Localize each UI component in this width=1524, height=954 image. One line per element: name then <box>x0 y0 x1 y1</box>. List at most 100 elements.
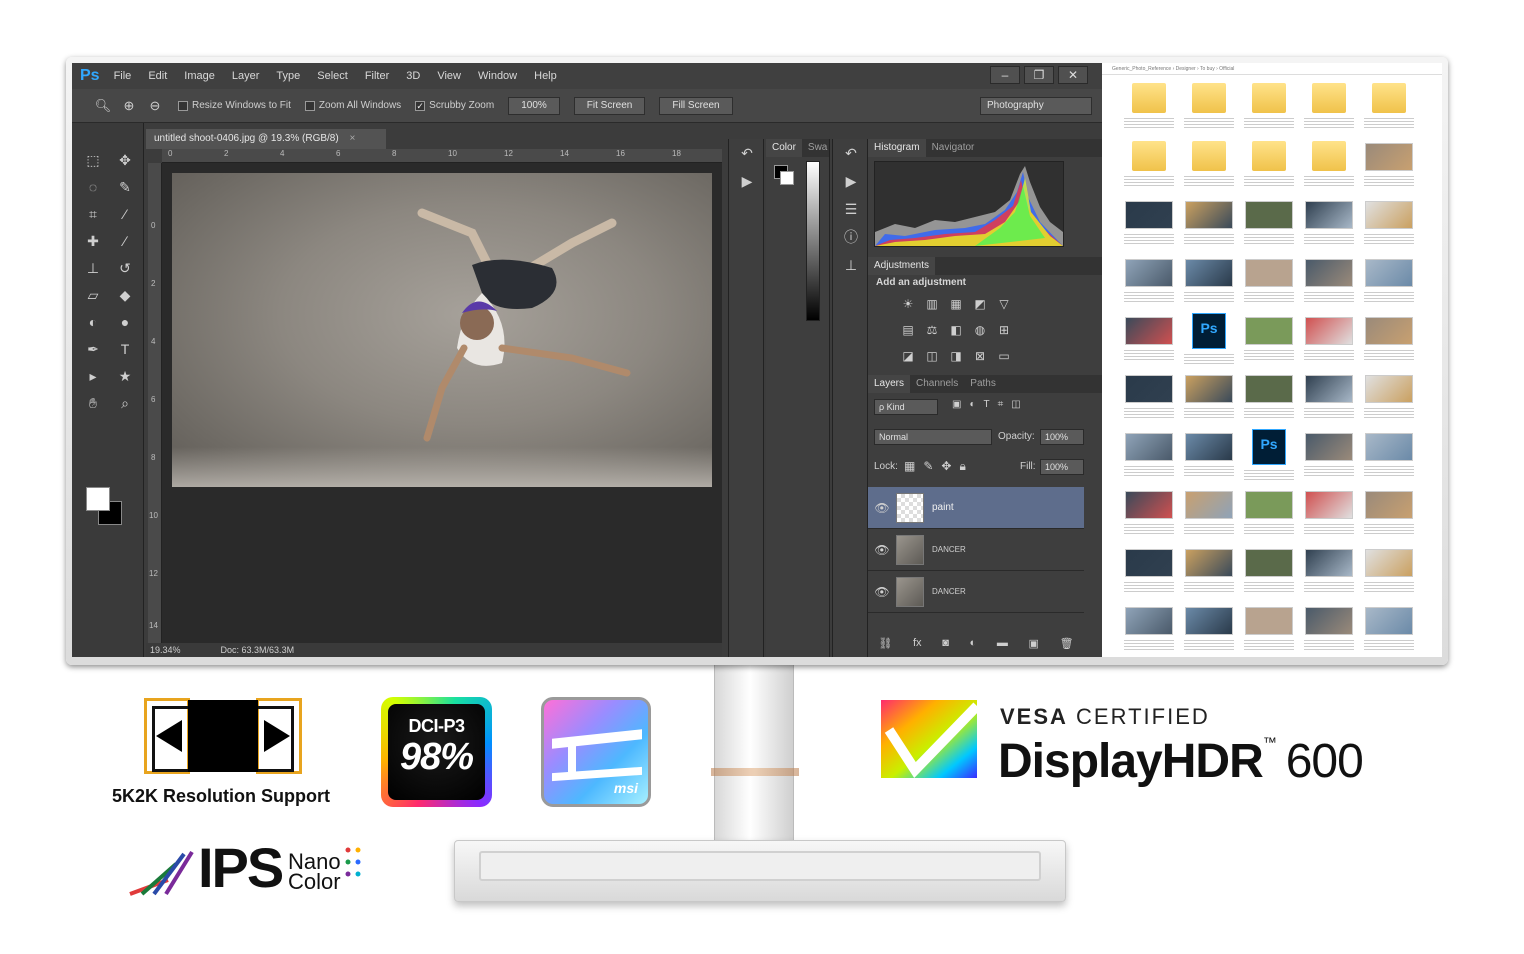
resize-windows-checkbox[interactable]: Resize Windows to Fit <box>178 100 291 111</box>
file-item[interactable] <box>1364 543 1414 597</box>
menu-3d[interactable]: 3D <box>406 70 420 82</box>
file-item[interactable] <box>1124 543 1174 597</box>
new-adjustment-icon[interactable]: ◐ <box>970 637 977 655</box>
file-item[interactable] <box>1364 485 1414 539</box>
fill-screen-button[interactable]: Fill Screen <box>659 96 733 115</box>
tab-histogram[interactable]: Histogram <box>868 139 926 157</box>
menu-window[interactable]: Window <box>478 70 517 82</box>
minimize-button[interactable]: – <box>990 66 1020 84</box>
history-panel-icon[interactable]: ↶ <box>833 139 869 167</box>
new-layer-icon[interactable]: ▣ <box>1029 637 1039 655</box>
quick-select-tool-icon[interactable]: ✎ <box>110 178 140 197</box>
file-item[interactable] <box>1364 369 1414 423</box>
file-item[interactable] <box>1184 427 1234 481</box>
folder-item[interactable] <box>1184 137 1234 191</box>
eye-icon[interactable]: 👁︎ <box>868 543 896 557</box>
dancer-photo[interactable] <box>172 173 712 487</box>
file-item[interactable] <box>1124 311 1174 365</box>
file-item[interactable] <box>1184 543 1234 597</box>
photo-filter-icon[interactable]: ◍ <box>970 321 990 339</box>
fit-screen-button[interactable]: Fit Screen <box>573 96 646 115</box>
zoom-readout[interactable]: 19.34% <box>150 643 181 657</box>
file-item[interactable] <box>1304 311 1354 365</box>
file-item[interactable] <box>1244 253 1294 307</box>
trash-icon[interactable]: 🗑︎ <box>1060 637 1074 655</box>
menu-layer[interactable]: Layer <box>232 70 260 82</box>
black-white-icon[interactable]: ◧ <box>946 321 966 339</box>
file-item[interactable] <box>1364 137 1414 191</box>
brush-tool-icon[interactable]: ∕ <box>110 232 140 251</box>
path-select-icon[interactable]: ▸ <box>78 367 108 386</box>
add-mask-icon[interactable]: ◙ <box>942 637 949 655</box>
shape-tool-icon[interactable]: ★ <box>110 367 140 386</box>
type-tool-icon[interactable]: T <box>110 340 140 359</box>
file-item[interactable] <box>1244 369 1294 423</box>
healing-tool-icon[interactable]: ✚ <box>78 232 108 251</box>
menu-edit[interactable]: Edit <box>148 70 167 82</box>
lock-icons[interactable]: ▦✎✥🔒︎ <box>904 459 974 474</box>
menu-filter[interactable]: Filter <box>365 70 389 82</box>
file-item[interactable] <box>1124 485 1174 539</box>
document-tab[interactable]: untitled shoot-0406.jpg @ 19.3% (RGB/8) … <box>146 129 386 149</box>
file-item[interactable] <box>1244 485 1294 539</box>
pen-tool-icon[interactable]: ✒ <box>78 340 108 359</box>
folder-item[interactable] <box>1184 79 1234 133</box>
layer-row[interactable]: 👁︎ paint <box>868 487 1084 529</box>
file-item[interactable] <box>1244 311 1294 365</box>
file-item[interactable] <box>1184 253 1234 307</box>
foreground-color-swatch[interactable] <box>86 487 110 511</box>
file-item[interactable] <box>1184 369 1234 423</box>
tab-channels[interactable]: Channels <box>910 375 964 393</box>
close-button[interactable]: ✕ <box>1058 66 1088 84</box>
zoom-out-icon[interactable]: ⊖ <box>146 97 164 115</box>
file-item[interactable] <box>1124 427 1174 481</box>
layer-kind-filter[interactable]: ρ Kind <box>874 399 938 415</box>
eyedropper-tool-icon[interactable]: ⁄ <box>110 205 140 224</box>
actions-panel-icon[interactable]: ▶ <box>833 167 869 195</box>
lasso-tool-icon[interactable]: ◌ <box>78 178 108 197</box>
menu-select[interactable]: Select <box>317 70 348 82</box>
file-item[interactable] <box>1124 369 1174 423</box>
color-bg-chip[interactable] <box>780 171 794 185</box>
folder-item[interactable] <box>1304 79 1354 133</box>
folder-item[interactable] <box>1124 79 1174 133</box>
file-item[interactable] <box>1304 601 1354 655</box>
zoom-100-button[interactable]: 100% <box>508 96 560 115</box>
paint-bucket-icon[interactable]: ◆ <box>110 286 140 305</box>
eye-icon[interactable]: 👁︎ <box>868 585 896 599</box>
curves-icon[interactable]: ▦ <box>946 295 966 313</box>
layer-style-icon[interactable]: fx <box>913 637 922 655</box>
color-balance-icon[interactable]: ⚖ <box>922 321 942 339</box>
file-item[interactable] <box>1364 195 1414 249</box>
posterize-icon[interactable]: ◫ <box>922 347 942 365</box>
opacity-input[interactable]: 100% <box>1040 429 1084 445</box>
file-item[interactable] <box>1364 311 1414 365</box>
stamp-tool-icon[interactable]: ⊥ <box>78 259 108 278</box>
file-item[interactable] <box>1364 427 1414 481</box>
gradient-map-icon[interactable]: ▭ <box>994 347 1014 365</box>
history-brush-icon[interactable]: ↺ <box>110 259 140 278</box>
channel-mixer-icon[interactable]: ⊞ <box>994 321 1014 339</box>
measure-panel-icon[interactable]: ⊥ <box>833 251 869 279</box>
zoom-in-icon[interactable]: ⊕ <box>120 97 138 115</box>
file-item[interactable] <box>1364 601 1414 655</box>
new-group-icon[interactable]: ▬ <box>997 637 1008 655</box>
hand-tool-icon[interactable]: ✋︎ <box>78 394 108 413</box>
restore-button[interactable]: ❐ <box>1024 66 1054 84</box>
tab-layers[interactable]: Layers <box>868 375 911 393</box>
actions-panel-icon[interactable]: ▶ <box>729 167 765 195</box>
info-panel-icon[interactable]: ⓘ <box>833 223 869 251</box>
file-item[interactable] <box>1304 427 1354 481</box>
file-item[interactable] <box>1124 601 1174 655</box>
file-item[interactable] <box>1184 195 1234 249</box>
workspace-select[interactable]: Photography <box>980 97 1092 115</box>
move-tool-icon[interactable]: ✥ <box>110 151 140 170</box>
tab-navigator[interactable]: Navigator <box>926 139 981 157</box>
selective-color-icon[interactable]: ⊠ <box>970 347 990 365</box>
history-panel-icon[interactable]: ↶ <box>729 139 765 167</box>
tab-color[interactable]: Color <box>766 139 802 157</box>
file-item[interactable]: Ps <box>1244 427 1294 481</box>
fill-input[interactable]: 100% <box>1040 459 1084 475</box>
hue-saturation-icon[interactable]: ▤ <box>898 321 918 339</box>
blend-mode-select[interactable]: Normal <box>874 429 992 445</box>
